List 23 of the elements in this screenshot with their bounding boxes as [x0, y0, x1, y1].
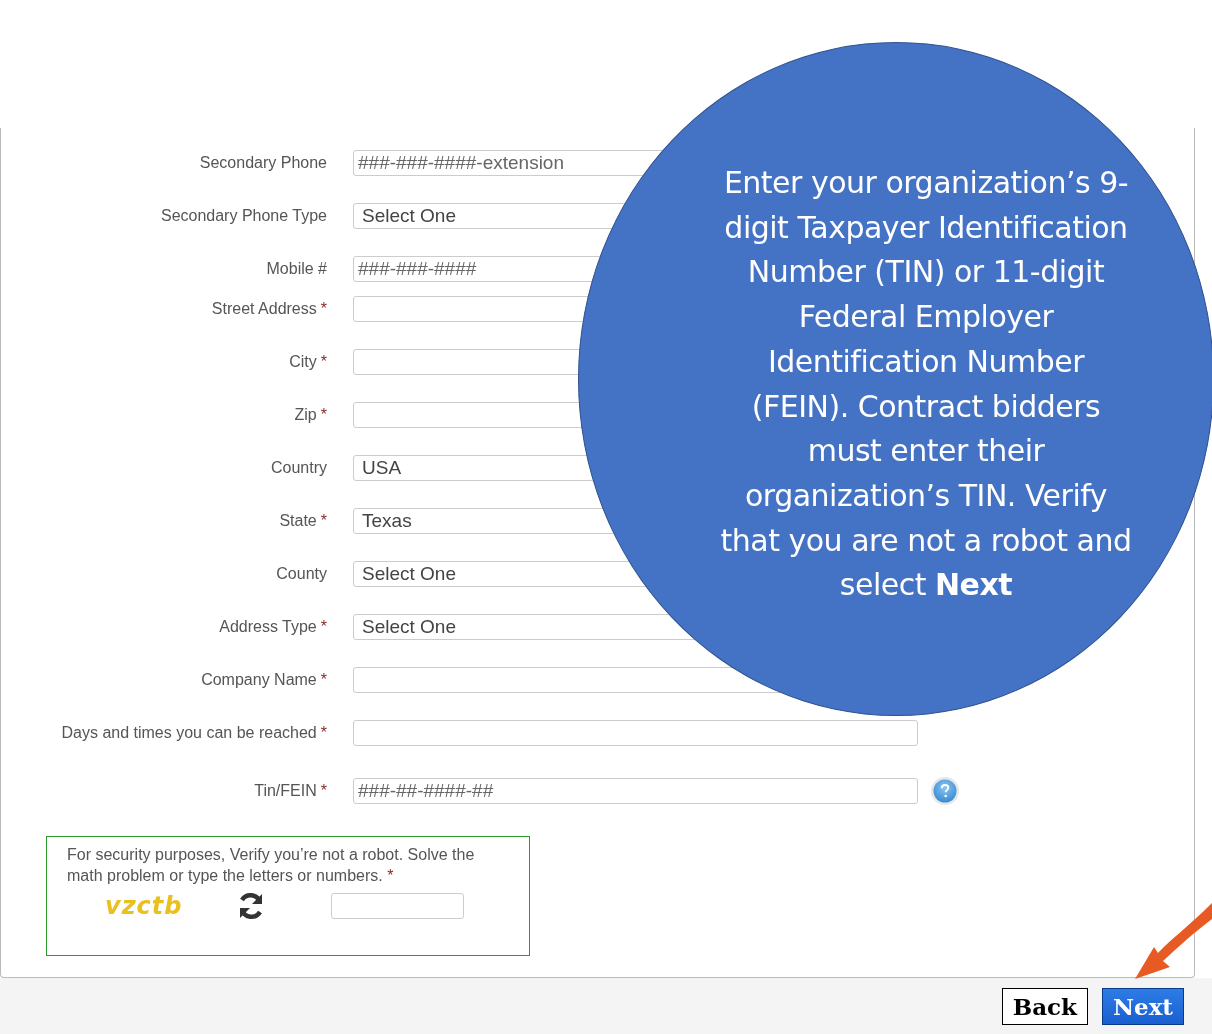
required-asterisk: *: [320, 353, 327, 371]
field-label: Street Address: [211, 300, 317, 318]
field-label: County: [276, 565, 327, 583]
required-asterisk: *: [320, 300, 327, 318]
required-asterisk: *: [320, 406, 327, 424]
field-label: Country: [270, 459, 327, 477]
field-label: Days and times you can be reached: [61, 724, 317, 742]
field-label: Company Name: [201, 671, 317, 689]
field-label: City: [289, 353, 317, 371]
captcha-image: vzctb: [105, 892, 183, 920]
captcha-instructions: For security purposes, Verify you’re not a robot. Solve the math problem or type the letters or numbers. *: [67, 845, 476, 886]
required-asterisk: *: [320, 512, 327, 530]
field-label: Address Type: [219, 618, 317, 636]
field-label: Tin/FEIN: [254, 782, 317, 800]
field-label: Secondary Phone Type: [160, 207, 327, 225]
required-asterisk: *: [320, 724, 327, 742]
field-label: Secondary Phone: [199, 154, 327, 172]
required-asterisk: *: [320, 782, 327, 800]
field-label: Zip: [294, 406, 317, 424]
required-asterisk: *: [320, 618, 327, 636]
field-label: Mobile #: [266, 260, 327, 278]
field-label: State: [279, 512, 317, 530]
required-asterisk: *: [320, 671, 327, 689]
